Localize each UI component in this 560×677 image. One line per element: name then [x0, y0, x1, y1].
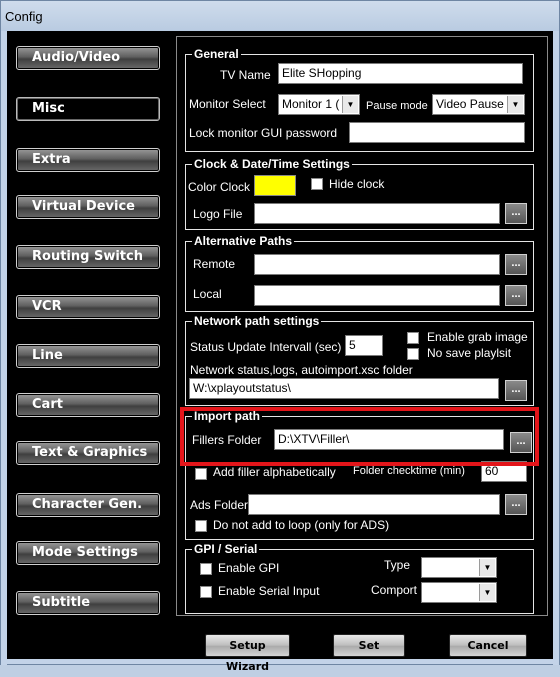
ads-folder-input[interactable]: [248, 494, 500, 515]
nav-line[interactable]: Line: [16, 344, 160, 368]
highlight-box: [180, 407, 539, 466]
general-title: General: [192, 47, 241, 61]
clock-title: Clock & Date/Time Settings: [192, 157, 352, 171]
network-folder-label: Network status,logs, autoimport.xsc fold…: [190, 363, 413, 377]
enable-grab-checkbox[interactable]: [407, 332, 419, 344]
pause-mode-value: Video Pause: [436, 97, 504, 111]
title-bar[interactable]: Config: [1, 1, 559, 31]
status-interval-input[interactable]: 5: [345, 335, 383, 356]
logo-file-browse-button[interactable]: ...: [505, 203, 527, 224]
hide-clock-checkbox[interactable]: [311, 178, 323, 190]
chevron-down-icon: ▼: [479, 584, 495, 601]
nav-mode-settings[interactable]: Mode Settings: [16, 541, 160, 565]
local-label: Local: [193, 287, 222, 301]
no-save-playlist-checkbox[interactable]: [407, 348, 419, 360]
chevron-down-icon: ▼: [507, 96, 523, 113]
ads-folder-label: Ads Folder: [190, 498, 249, 512]
monitor-select-dropdown[interactable]: Monitor 1 ( ▼: [278, 94, 360, 115]
comport-label: Comport: [371, 583, 418, 597]
chevron-down-icon: ▼: [479, 559, 495, 576]
enable-serial-checkbox[interactable]: [200, 586, 212, 598]
local-browse-button[interactable]: ...: [505, 285, 527, 306]
no-loop-checkbox[interactable]: [195, 520, 207, 532]
hide-clock-label: Hide clock: [329, 177, 385, 191]
setup-wizard-button[interactable]: Setup Wizard: [205, 634, 290, 673]
nav-cart[interactable]: Cart: [16, 393, 160, 417]
enable-serial-label: Enable Serial Input: [218, 584, 320, 598]
tv-name-input[interactable]: Elite SHopping: [278, 63, 523, 84]
enable-grab-label: Enable grab image: [427, 330, 528, 344]
tv-name-label: TV Name: [220, 68, 271, 82]
lock-password-label: Lock monitor GUI password: [189, 126, 338, 140]
network-title: Network path settings: [192, 314, 322, 328]
nav-misc[interactable]: Misc: [16, 97, 160, 121]
nav-vcr[interactable]: VCR: [16, 295, 160, 319]
local-path-input[interactable]: [254, 285, 500, 306]
remote-browse-button[interactable]: ...: [505, 254, 527, 275]
gpi-title: GPI / Serial: [192, 542, 260, 556]
add-filler-checkbox[interactable]: [195, 468, 207, 480]
nav-audio-video[interactable]: Audio/Video: [16, 46, 160, 70]
no-save-playlist-label: No save playlsit: [427, 346, 512, 360]
window-title: Config: [5, 9, 43, 24]
network-folder-browse-button[interactable]: ...: [505, 380, 527, 401]
type-label: Type: [384, 558, 411, 572]
type-dropdown[interactable]: ▼: [421, 557, 497, 578]
cancel-button[interactable]: Cancel: [449, 634, 527, 657]
logo-file-label: Logo File: [193, 207, 243, 221]
nav-subtitle[interactable]: Subtitle: [16, 591, 160, 615]
nav-text-graphics[interactable]: Text & Graphics: [16, 441, 160, 465]
window-frame-right: [553, 31, 559, 665]
nav-character-gen[interactable]: Character Gen.: [16, 493, 160, 517]
status-interval-label: Status Update Intervall (sec): [190, 340, 342, 354]
monitor-select-value: Monitor 1 (: [282, 97, 340, 111]
network-folder-input[interactable]: W:\xplayoutstatus\: [189, 378, 499, 399]
enable-gpi-label: Enable GPI: [218, 561, 280, 575]
color-clock-label: Color Clock: [188, 180, 251, 194]
lock-password-input[interactable]: [349, 122, 525, 143]
checktime-label: Folder checktime (min): [353, 465, 465, 477]
nav-routing-switch[interactable]: Routing Switch: [16, 245, 160, 269]
enable-gpi-checkbox[interactable]: [200, 563, 212, 575]
color-clock-swatch[interactable]: [254, 175, 296, 196]
monitor-select-label: Monitor Select: [189, 97, 266, 111]
set-button[interactable]: Set: [333, 634, 405, 657]
nav-virtual-device[interactable]: Virtual Device: [16, 195, 160, 219]
pause-mode-label: Pause mode: [366, 100, 428, 112]
remote-label: Remote: [193, 257, 236, 271]
comport-dropdown[interactable]: ▼: [421, 582, 497, 603]
chevron-down-icon: ▼: [342, 96, 358, 113]
ads-browse-button[interactable]: ...: [505, 494, 527, 515]
add-filler-label: Add filler alphabetically: [213, 465, 336, 479]
no-loop-label: Do not add to loop (only for ADS): [213, 518, 390, 532]
logo-file-input[interactable]: [254, 203, 500, 224]
nav-extra[interactable]: Extra: [16, 148, 160, 172]
pause-mode-dropdown[interactable]: Video Pause ▼: [432, 94, 525, 115]
alt-paths-title: Alternative Paths: [192, 234, 295, 248]
remote-path-input[interactable]: [254, 254, 500, 275]
